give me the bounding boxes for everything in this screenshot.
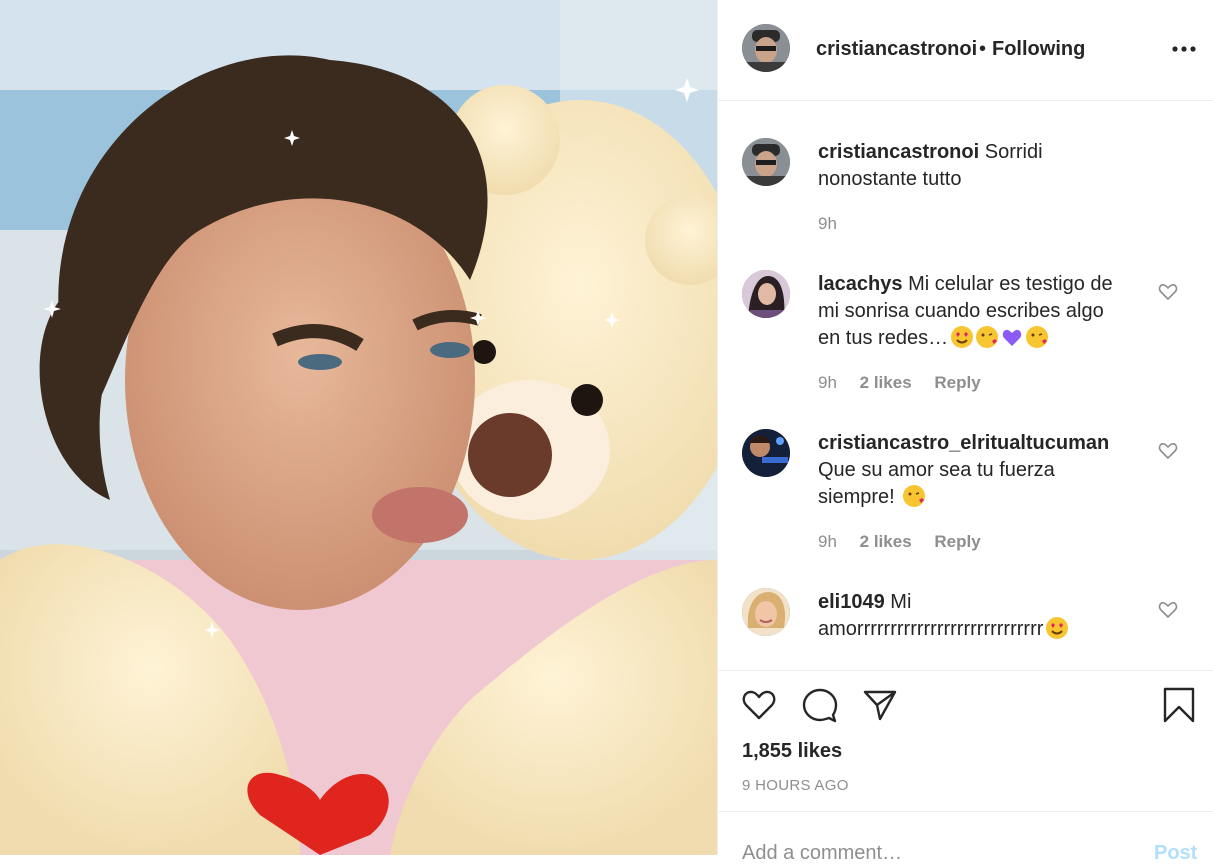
heart-icon[interactable] — [741, 687, 777, 723]
add-comment-input[interactable]: Add a comment… — [742, 842, 902, 865]
comment-meta: 9h 2 likes Reply — [818, 373, 999, 393]
kiss-emoji — [1026, 326, 1049, 348]
comment-text: eli1049 Mi amorrrrrrrrrrrrrrrrrrrrrrrrrr… — [818, 589, 1128, 643]
commenter-avatar[interactable] — [742, 588, 790, 636]
heart-eyes-emoji — [951, 326, 974, 348]
comment-bubble-icon[interactable] — [802, 687, 838, 723]
comment-username[interactable]: eli1049 — [818, 591, 885, 613]
kiss-emoji — [903, 485, 926, 507]
comment-text: cristiancastro_elritualtucuman Que su am… — [818, 430, 1128, 511]
more-horizontal-icon[interactable] — [1171, 36, 1197, 62]
comment-username[interactable]: lacachys — [818, 273, 903, 295]
author-avatar[interactable] — [742, 24, 790, 72]
post-timestamp[interactable]: 9 HOURS AGO — [742, 777, 849, 794]
post-comment-button[interactable]: Post — [1154, 842, 1197, 865]
post-actions: 1,855 likes 9 HOURS AGO — [718, 670, 1213, 812]
purple-heart-emoji — [1001, 326, 1023, 348]
caption-meta: 9h — [818, 214, 855, 234]
comment-time[interactable]: 9h — [818, 373, 837, 392]
caption-username[interactable]: cristiancastronoi — [818, 141, 979, 163]
comment-likes[interactable]: 2 likes — [860, 373, 912, 392]
commenter-avatar[interactable] — [742, 429, 790, 477]
comment-meta: 9h 2 likes Reply — [818, 532, 999, 552]
comment-like-heart-icon[interactable] — [1158, 601, 1178, 619]
comment-like-heart-icon[interactable] — [1158, 283, 1178, 301]
comment-like-heart-icon[interactable] — [1158, 442, 1178, 460]
caption-time[interactable]: 9h — [818, 214, 837, 233]
post-side-panel: cristiancastronoi • Following cristianca… — [717, 0, 1213, 864]
post-header: cristiancastronoi • Following — [718, 0, 1213, 101]
add-comment-bar: Add a comment… Post — [718, 811, 1213, 864]
comment-text: lacachys Mi celular es testigo de mi son… — [818, 271, 1128, 352]
likes-count[interactable]: 1,855 likes — [742, 740, 842, 763]
bookmark-icon[interactable] — [1161, 687, 1197, 723]
comment-time[interactable]: 9h — [818, 532, 837, 551]
reply-button[interactable]: Reply — [934, 373, 980, 392]
reply-button[interactable]: Reply — [934, 532, 980, 551]
separator-dot: • — [979, 38, 987, 60]
kiss-emoji — [976, 326, 999, 348]
paper-plane-icon[interactable] — [862, 687, 898, 723]
caption-avatar[interactable] — [742, 138, 790, 186]
following-button[interactable]: Following — [992, 38, 1085, 61]
author-username[interactable]: cristiancastronoi — [816, 38, 977, 61]
comment-body: Que su amor sea tu fuerza siempre! — [818, 459, 1055, 508]
comment-likes[interactable]: 2 likes — [860, 532, 912, 551]
commenter-avatar[interactable] — [742, 270, 790, 318]
heart-eyes-emoji — [1046, 617, 1069, 639]
caption-text: cristiancastronoi Sorridi nonostante tut… — [818, 139, 1128, 193]
post-photo — [0, 0, 717, 855]
comment-username[interactable]: cristiancastro_elritualtucuman — [818, 432, 1109, 454]
